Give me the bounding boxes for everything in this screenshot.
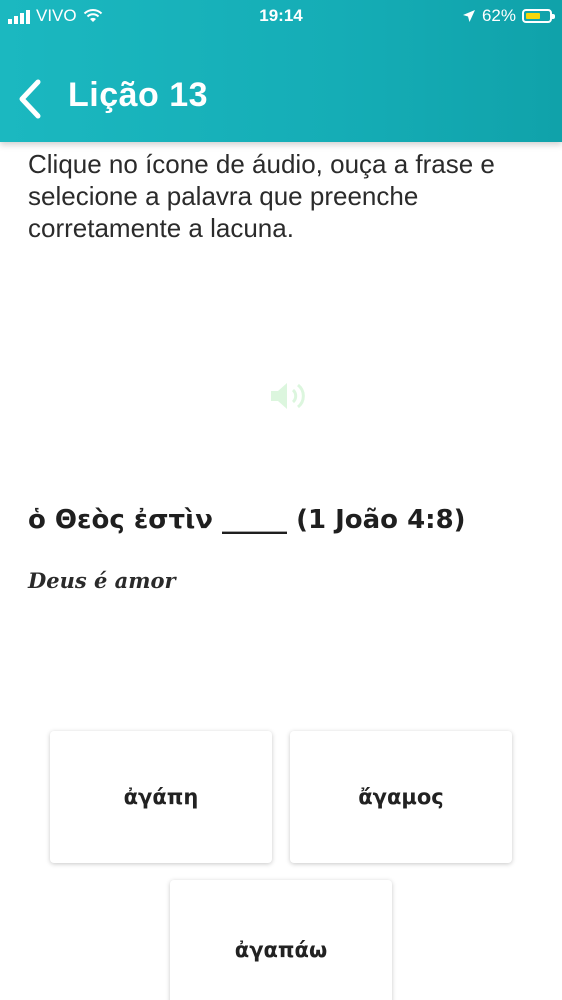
greek-sentence: ὁ Θεὸς ἐστὶν _____ (1 João 4:8) <box>28 505 466 535</box>
translation-text: Deus é amor <box>28 568 176 593</box>
answer-option-label: ἄγαμος <box>358 785 444 809</box>
speaker-icon[interactable] <box>265 378 313 414</box>
battery-icon <box>522 9 555 23</box>
answer-option-1[interactable]: ἀγάπη <box>50 731 272 863</box>
app-header: VIVO 19:14 62% Lição 13 <box>0 0 562 142</box>
battery-level <box>526 13 540 19</box>
page-title: Lição 13 <box>68 76 209 114</box>
answer-option-3[interactable]: ἀγαπάω <box>170 880 392 1000</box>
status-right: 62% <box>462 6 555 26</box>
battery-percent: 62% <box>481 6 516 25</box>
instruction-text: Clique no ícone de áudio, ouça a frase e… <box>28 149 495 243</box>
location-arrow-icon <box>462 10 475 22</box>
status-bar: VIVO 19:14 62% <box>0 0 562 34</box>
answer-option-label: ἀγάπη <box>123 785 199 809</box>
chevron-left-icon[interactable] <box>14 78 46 120</box>
answer-option-label: ἀγαπάω <box>234 938 328 962</box>
screen: VIVO 19:14 62% Lição 13 Clique no ícone … <box>0 0 562 1000</box>
answer-option-2[interactable]: ἄγαμος <box>290 731 512 863</box>
